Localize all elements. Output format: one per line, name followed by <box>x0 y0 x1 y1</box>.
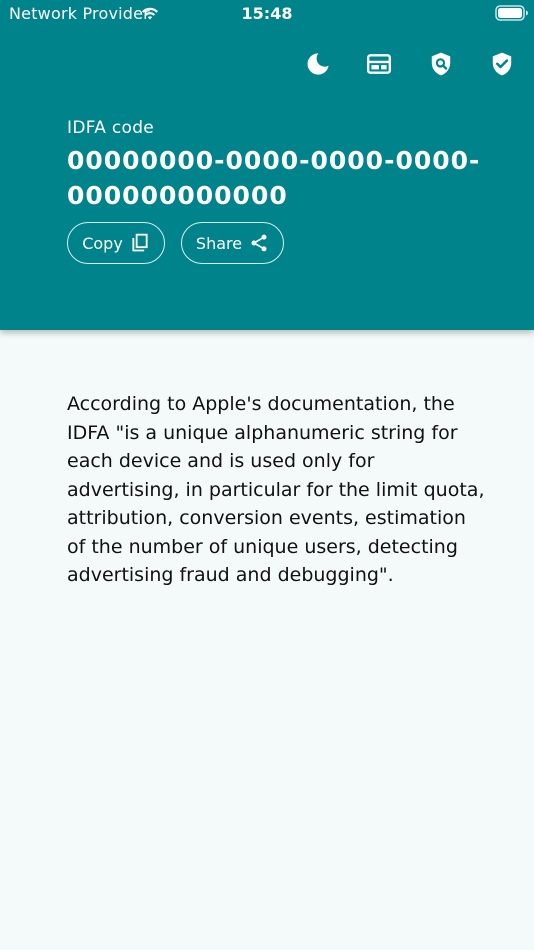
status-bar: Network Provider 15:48 <box>0 0 534 28</box>
privacy-search-icon <box>431 52 451 76</box>
idfa-code: 00000000-0000-0000-0000-000000000000 <box>67 146 481 210</box>
ad-panel-icon <box>366 54 392 74</box>
share-button[interactable]: Share <box>181 222 284 264</box>
copy-button[interactable]: Copy <box>67 222 165 264</box>
idfa-label: IDFA code <box>67 118 155 138</box>
verified-shield-icon <box>492 52 512 76</box>
dark-mode-button[interactable] <box>302 48 334 80</box>
copy-button-label: Copy <box>82 233 123 253</box>
share-icon <box>251 234 267 252</box>
share-button-label: Share <box>195 233 243 253</box>
app-screen: Network Provider 15:48 IDFA code 0000000… <box>0 0 534 950</box>
status-time: 15:48 <box>241 4 293 23</box>
copy-icon <box>132 233 148 252</box>
header-panel: Network Provider 15:48 IDFA code 0000000… <box>0 0 534 330</box>
toolbar-actions <box>0 48 534 80</box>
privacy-button[interactable] <box>425 48 457 80</box>
moon-icon <box>307 53 329 75</box>
verified-button[interactable] <box>486 48 518 80</box>
battery-icon <box>495 5 528 21</box>
ads-button[interactable] <box>363 48 395 80</box>
idfa-description: According to Apple's documentation, the … <box>67 393 485 586</box>
